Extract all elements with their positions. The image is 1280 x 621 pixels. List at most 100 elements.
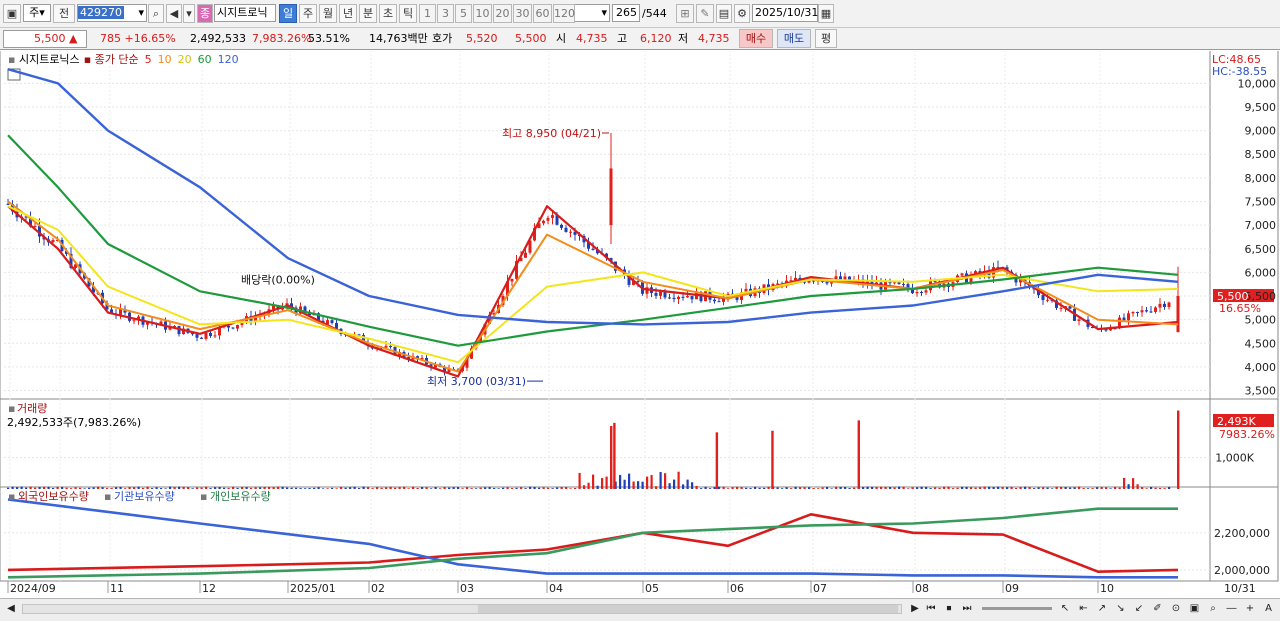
volume-bar	[907, 488, 910, 489]
save-icon[interactable]: ▤	[716, 4, 732, 23]
market-select[interactable]: 주▾	[23, 4, 51, 22]
drawing-tool-icon-4[interactable]: ↙	[1132, 602, 1146, 616]
count-input[interactable]: 265	[612, 4, 640, 22]
volume-bar	[475, 488, 478, 489]
scroll-track[interactable]	[22, 604, 902, 614]
interval-tab-6[interactable]: 60	[533, 4, 552, 23]
last-page-icon[interactable]: ⏭	[960, 602, 974, 616]
volume-bar	[925, 486, 928, 489]
interval-tab-7[interactable]: 120	[553, 4, 575, 23]
volume-bar	[664, 473, 667, 489]
zoom-slider[interactable]	[982, 607, 1052, 610]
volume-bar	[398, 487, 401, 489]
drawing-tool-icon-0[interactable]: ↖	[1058, 602, 1072, 616]
volume-bar	[232, 486, 235, 489]
price-tick-label: 9,500	[1245, 101, 1277, 114]
buy-button[interactable]: 매수	[739, 29, 773, 48]
volume-bar	[434, 486, 437, 489]
stop-icon[interactable]: ⏹	[942, 602, 956, 616]
scroll-right-icon[interactable]: ▶	[908, 602, 922, 616]
eval-button[interactable]: 평	[815, 29, 837, 48]
stock-code-input[interactable]: 429270 ▾	[77, 4, 147, 22]
interval-tab-4[interactable]: 20	[493, 4, 512, 23]
stock-chart[interactable]: 3,5004,0004,5005,0005,5006,0006,5007,000…	[0, 51, 1280, 598]
drawing-tool-icon-7[interactable]: ▣	[1188, 602, 1202, 616]
holding-tick-label: 2,200,000	[1214, 527, 1270, 540]
period-tab-5[interactable]: 초	[379, 4, 397, 23]
scroll-thumb[interactable]	[478, 605, 898, 613]
date-input[interactable]: 2025/10/31	[752, 4, 818, 22]
interval-tab-1[interactable]: 3	[437, 4, 454, 23]
candle-body	[654, 292, 658, 296]
volume-bar	[74, 487, 77, 489]
draw-icon[interactable]: ✎	[696, 4, 714, 23]
drawing-tool-icon-9[interactable]: ―	[1225, 602, 1239, 616]
period-tab-2[interactable]: 월	[319, 4, 337, 23]
interval-tab-0[interactable]: 1	[419, 4, 436, 23]
volume-bar	[727, 488, 730, 489]
holding-legend-bullet: ▪	[8, 490, 15, 503]
drawing-tool-icon-6[interactable]: ⊙	[1169, 602, 1183, 616]
volume-bar	[191, 488, 194, 489]
first-page-icon[interactable]: ⏮	[924, 602, 938, 616]
volume-bar	[862, 487, 865, 489]
volume-bar	[295, 487, 298, 489]
volume-bar	[304, 488, 307, 489]
volume-bar	[1087, 488, 1090, 489]
volume-bar	[520, 487, 523, 489]
candle-body	[132, 320, 136, 322]
volume-bar	[407, 488, 410, 489]
drawing-tool-icon-10[interactable]: +	[1243, 602, 1257, 616]
drawing-tool-icon-8[interactable]: ⌕	[1206, 602, 1220, 616]
price-tick-label: 4,500	[1245, 337, 1277, 350]
period-tab-1[interactable]: 주	[299, 4, 317, 23]
scroll-left-icon[interactable]: ◀	[4, 602, 18, 616]
candle-body	[330, 320, 334, 323]
hoga-label: 호가	[432, 32, 453, 45]
volume-bar	[547, 487, 550, 489]
interval-tab-2[interactable]: 5	[455, 4, 472, 23]
volume-bar	[47, 486, 50, 489]
period-tab-6[interactable]: 틱	[399, 4, 417, 23]
window-menu-icon[interactable]: ▣	[3, 4, 21, 23]
drawing-tool-icon-11[interactable]: A	[1262, 602, 1276, 616]
drawing-tool-icon-2[interactable]: ↗	[1095, 602, 1109, 616]
interval-tab-3[interactable]: 10	[473, 4, 492, 23]
chevron-down-icon[interactable]: ▾	[183, 4, 195, 23]
search-icon[interactable]: ⌕	[148, 4, 164, 23]
bottom-scrollbar[interactable]: ◀ ▶ ⏮ ⏹ ⏭ ↖ ⇤ ↗ ↘ ↙ ✐ ⊙ ▣ ⌕ ― + A	[0, 598, 1280, 621]
volume-bar	[605, 476, 608, 489]
candle-body	[119, 309, 122, 315]
candle-body	[924, 290, 928, 293]
drawing-tool-icon-3[interactable]: ↘	[1114, 602, 1128, 616]
volume-bar	[331, 487, 334, 489]
price-tick-label: 6,000	[1245, 266, 1277, 279]
volume-bar	[421, 487, 424, 489]
volume-bar	[1033, 488, 1036, 489]
sell-button[interactable]: 매도	[777, 29, 811, 48]
drawing-tool-icon-1[interactable]: ⇤	[1077, 602, 1091, 616]
volume-panel-frame	[0, 398, 1279, 490]
volume-bar	[686, 479, 689, 489]
volume-bar	[538, 487, 541, 489]
volume-bar	[713, 487, 716, 489]
count-select[interactable]: ▾	[570, 4, 610, 22]
low-annotation: 최저 3,700 (03/31)	[427, 375, 526, 388]
gear-icon[interactable]: ⚙	[734, 4, 750, 23]
volume-bar	[16, 487, 19, 489]
current-price: 5,500 ▲	[3, 30, 87, 48]
market-all-button[interactable]: 전	[53, 4, 75, 23]
volume-bar	[835, 486, 838, 489]
volume-bar	[223, 487, 226, 489]
period-tab-3[interactable]: 년	[339, 4, 357, 23]
candle-body	[1149, 311, 1153, 313]
period-tab-4[interactable]: 분	[359, 4, 377, 23]
interval-tab-5[interactable]: 30	[513, 4, 532, 23]
volume-bar	[43, 486, 46, 489]
period-tab-0[interactable]: 일	[279, 4, 297, 23]
calendar-icon[interactable]: ▦	[818, 4, 834, 23]
drawing-tool-icon-5[interactable]: ✐	[1151, 602, 1165, 616]
speaker-icon[interactable]: ◀	[166, 4, 182, 23]
volume-bar	[317, 487, 320, 489]
grid-icon[interactable]: ⊞	[676, 4, 694, 23]
